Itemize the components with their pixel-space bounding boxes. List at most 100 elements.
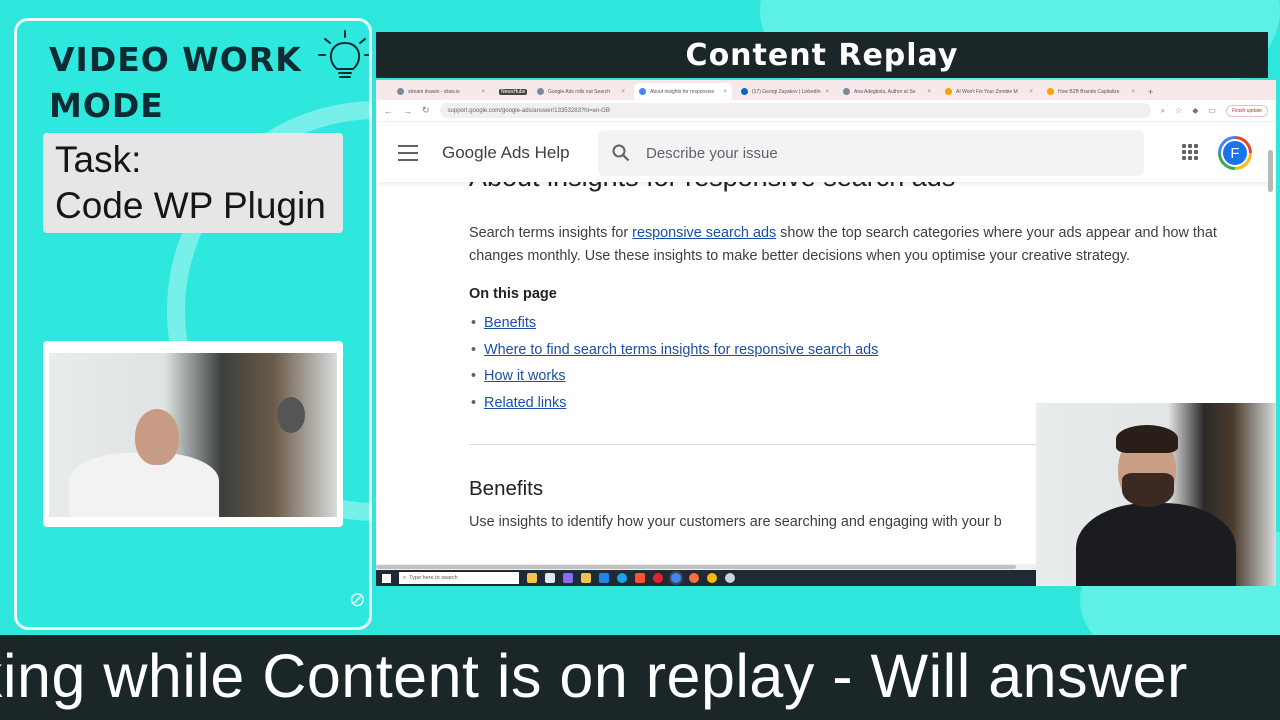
lightbulb-icon xyxy=(318,30,369,78)
toc-link-related-links[interactable]: Related links xyxy=(484,395,566,411)
bookmark-star-icon[interactable]: ☆ xyxy=(1175,106,1182,115)
zoom-icon[interactable]: ⌕ xyxy=(1161,106,1165,116)
brave-icon[interactable] xyxy=(635,573,645,583)
table-of-contents: Benefits Where to find search terms insi… xyxy=(469,310,1219,416)
favicon-icon xyxy=(1047,88,1054,95)
favicon-icon xyxy=(945,88,952,95)
os-taskbar: ⌕ Type here to search xyxy=(376,570,1036,586)
toc-item: Where to find search terms insights for … xyxy=(469,337,1219,364)
firefox-icon[interactable] xyxy=(689,573,699,583)
google-apps-icon[interactable] xyxy=(1182,144,1198,160)
back-icon[interactable]: ← xyxy=(384,106,393,116)
task-view-icon[interactable] xyxy=(545,573,555,583)
scrolling-ticker: king while Content is on replay - Will a… xyxy=(0,635,1280,720)
help-search-input[interactable] xyxy=(646,144,1106,162)
webcam-image xyxy=(49,353,337,517)
close-icon[interactable]: × xyxy=(481,89,485,95)
search-icon[interactable] xyxy=(612,144,630,162)
url-field[interactable]: support.google.com/google-ads/answer/133… xyxy=(439,103,1151,118)
browser-tab[interactable]: NewsHubs xyxy=(494,83,528,100)
task-card: Task: Code WP Plugin xyxy=(43,133,343,233)
taskbar-search[interactable]: ⌕ Type here to search xyxy=(399,572,519,584)
account-avatar[interactable]: F xyxy=(1218,136,1252,170)
person-shape xyxy=(69,453,219,517)
browser-tab[interactable]: Ana Adegbola, Author at Se × xyxy=(838,83,936,100)
browser-tab[interactable]: How B2B Brands Capitalize × xyxy=(1042,83,1140,100)
microphone-shape xyxy=(277,397,305,433)
close-icon[interactable]: × xyxy=(927,89,931,95)
task-label: Task: xyxy=(55,139,142,180)
tab-title: stream drawio - draw.io xyxy=(408,88,460,95)
ticker-text: king while Content is on replay - Will a… xyxy=(0,642,1188,710)
browser-tab-active[interactable]: About insights for responsive × xyxy=(634,83,732,100)
toc-link-benefits[interactable]: Benefits xyxy=(484,315,536,331)
replay-header: Content Replay xyxy=(376,32,1268,78)
address-bar: ← → ↻ support.google.com/google-ads/answ… xyxy=(376,100,1276,122)
person-shape xyxy=(135,409,179,465)
avatar-letter: F xyxy=(1221,139,1249,167)
help-center-header: Google Ads Help F xyxy=(376,124,1276,182)
vertical-scrollbar[interactable] xyxy=(1268,150,1273,192)
favicon-icon xyxy=(537,88,544,95)
browser-tab[interactable]: stream drawio - draw.io × xyxy=(392,83,490,100)
close-icon[interactable]: × xyxy=(723,89,727,95)
favicon-icon xyxy=(639,88,646,95)
toc-link-how-it-works[interactable]: How it works xyxy=(484,368,566,384)
responsive-search-ads-link[interactable]: responsive search ads xyxy=(632,225,776,241)
intro-paragraph: Search terms insights for responsive sea… xyxy=(469,222,1219,267)
windows-start-icon[interactable] xyxy=(382,573,391,583)
sidebar-icon[interactable]: ▭ xyxy=(1208,106,1216,115)
help-search-box xyxy=(598,130,1144,176)
search-icon: ⌕ xyxy=(403,574,407,581)
favicon-icon xyxy=(843,88,850,95)
file-explorer-icon[interactable] xyxy=(581,573,591,583)
chrome-canary-icon[interactable] xyxy=(707,573,717,583)
task-value: Code WP Plugin xyxy=(55,185,326,226)
toc-item: Benefits xyxy=(469,310,1219,337)
close-icon[interactable]: × xyxy=(1029,89,1033,95)
taskbar-search-placeholder: Type here to search xyxy=(409,575,458,581)
browser-tab[interactable]: AI Won't Fix Your Zombie M × xyxy=(940,83,1038,100)
opera-icon[interactable] xyxy=(653,573,663,583)
copilot-icon[interactable] xyxy=(563,573,573,583)
toc-item: How it works xyxy=(469,363,1219,390)
tab-title: How B2B Brands Capitalize xyxy=(1058,88,1120,95)
person-shape xyxy=(1116,425,1178,453)
tab-title: Google Ads rolls out Search xyxy=(548,88,610,95)
intro-text: Search terms insights for xyxy=(469,225,633,241)
new-tab-icon[interactable]: + xyxy=(1148,87,1153,97)
browser-tab[interactable]: Google Ads rolls out Search × xyxy=(532,83,630,100)
store-icon[interactable] xyxy=(599,573,609,583)
update-button[interactable]: Finish update xyxy=(1225,104,1268,117)
webcam-feed-room xyxy=(43,341,343,527)
mode-title: VIDEO WORK MODE xyxy=(49,40,302,125)
reload-icon[interactable]: ↻ xyxy=(422,105,430,116)
url-text: support.google.com/google-ads/answer/133… xyxy=(447,107,610,114)
tab-title: (17) Georgi Zayakov | LinkedIn xyxy=(752,88,821,95)
person-shape xyxy=(1076,503,1236,586)
help-center-title[interactable]: Google Ads Help xyxy=(442,143,570,163)
replay-title: Content Replay xyxy=(685,37,959,73)
webcam-feed-streamer xyxy=(1036,403,1276,586)
sparkle-icon[interactable] xyxy=(527,573,537,583)
decorative-corner-icon: ⊘ xyxy=(349,589,366,611)
toc-link-where-to-find[interactable]: Where to find search terms insights for … xyxy=(484,342,878,358)
tab-title: About insights for responsive xyxy=(650,88,715,95)
close-icon[interactable]: × xyxy=(1131,89,1135,95)
app-icon[interactable] xyxy=(725,573,735,583)
tab-title: Ana Adegbola, Author at Se xyxy=(854,88,916,95)
hamburger-menu-icon[interactable] xyxy=(398,145,418,161)
browser-tab[interactable]: (17) Georgi Zayakov | LinkedIn × xyxy=(736,83,834,100)
close-icon[interactable]: × xyxy=(621,89,625,95)
extension-icon[interactable]: ◆ xyxy=(1192,106,1198,115)
favicon-icon xyxy=(397,88,404,95)
chrome-icon[interactable] xyxy=(671,573,681,583)
person-shape xyxy=(1122,473,1174,507)
close-icon[interactable]: × xyxy=(825,89,829,95)
tab-bar: stream drawio - draw.io × NewsHubs Google… xyxy=(376,80,1276,100)
toc-heading: On this page xyxy=(469,286,557,302)
edge-icon[interactable] xyxy=(617,573,627,583)
favicon-icon xyxy=(741,88,748,95)
tab-title: NewsHubs xyxy=(499,88,528,95)
forward-icon[interactable]: → xyxy=(403,106,412,116)
